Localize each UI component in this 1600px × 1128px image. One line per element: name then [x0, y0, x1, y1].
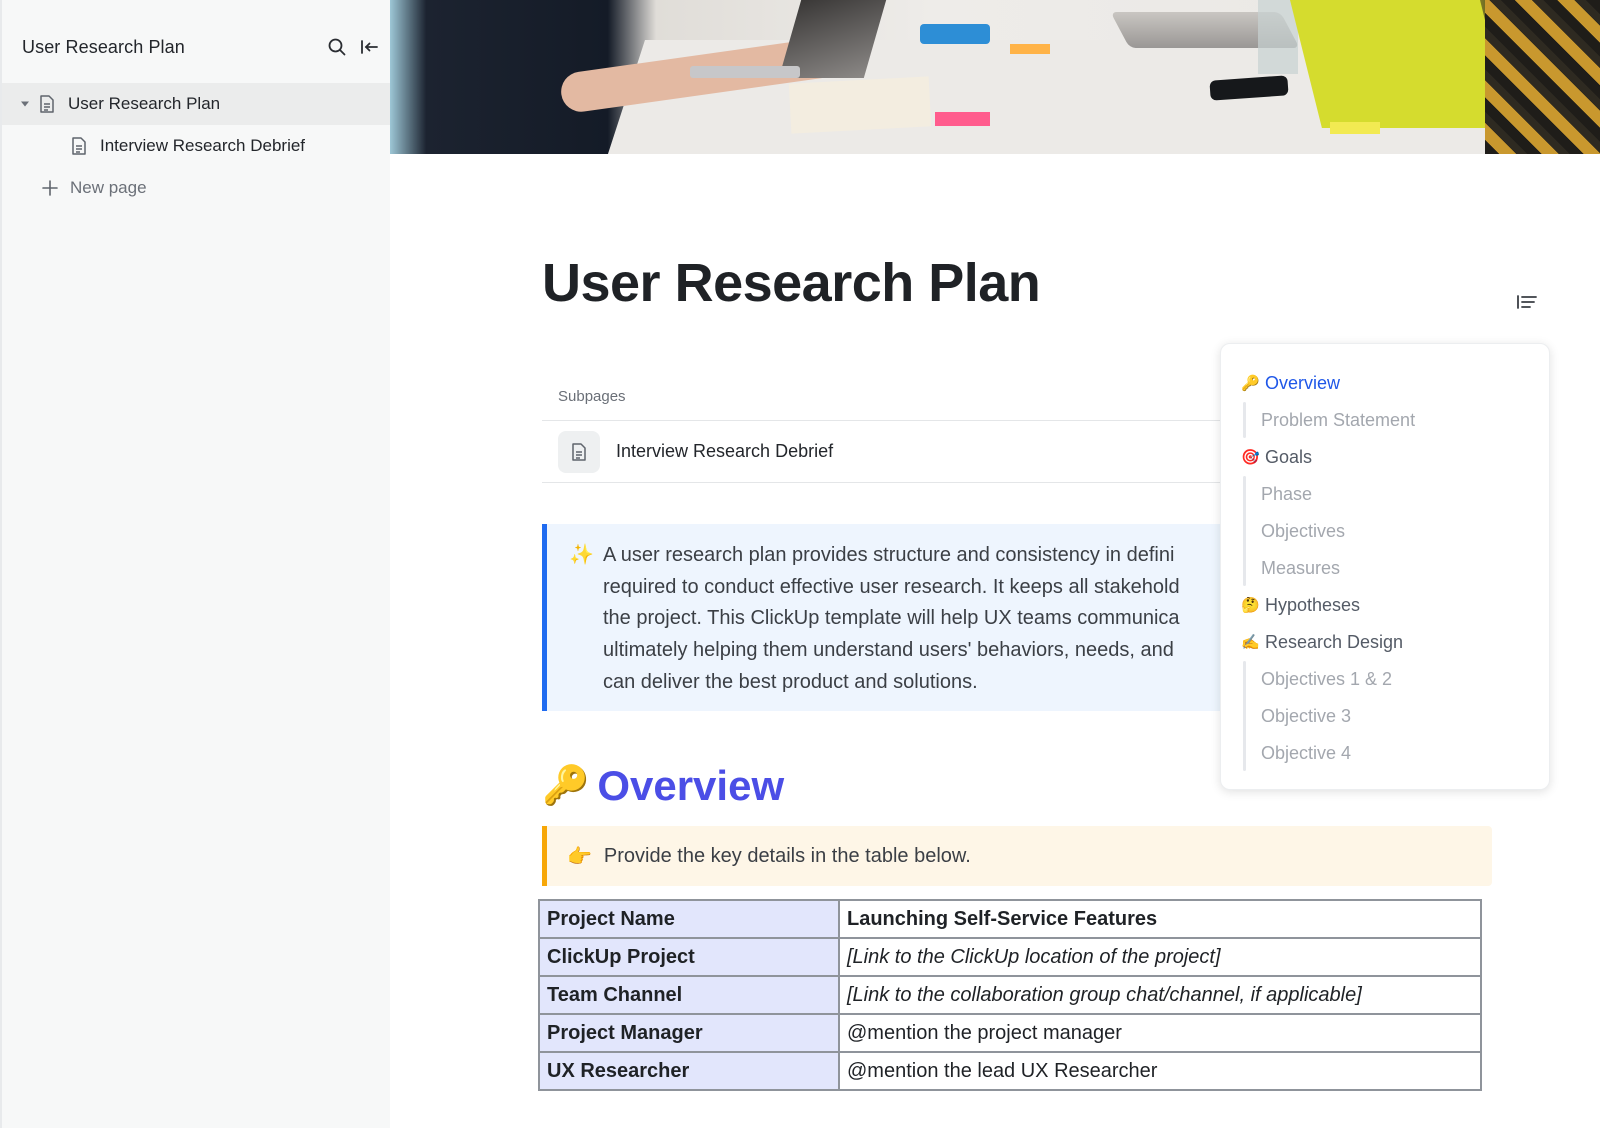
subpage-link-interview-research-debrief[interactable]: Interview Research Debrief — [542, 421, 1222, 483]
toc-item-research-design[interactable]: ✍️ Research Design — [1241, 627, 1403, 657]
target-icon: 🎯 — [1241, 449, 1260, 466]
thinking-face-icon: 🤔 — [1241, 597, 1260, 614]
toc-item-hypotheses[interactable]: 🤔 Hypotheses — [1241, 590, 1360, 620]
project-details-table: Project Name Launching Self-Service Feat… — [538, 899, 1482, 1091]
overview-callout: 👉 Provide the key details in the table b… — [542, 826, 1492, 886]
sidebar-item-label: Interview Research Debrief — [100, 136, 306, 155]
sidebar-item-user-research-plan[interactable]: User Research Plan — [2, 83, 392, 125]
cover-image — [390, 0, 1600, 154]
search-icon[interactable] — [324, 34, 350, 60]
intro-callout-text: A user research plan provides structure … — [603, 544, 1180, 693]
overview-callout-text: Provide the key details in the table bel… — [603, 844, 971, 867]
intro-callout: ✨ A user research plan provides structur… — [542, 524, 1222, 711]
toc-item-overview[interactable]: 🔑 Overview — [1241, 368, 1340, 398]
table-key[interactable]: UX Researcher — [538, 1051, 840, 1091]
subpages-label: Subpages — [558, 388, 626, 405]
table-row: Project Manager @mention the project man… — [538, 1013, 1482, 1053]
toc-item-goals[interactable]: 🎯 Goals — [1241, 442, 1312, 472]
key-icon: 🔑 — [542, 765, 590, 807]
overview-heading-label: Overview — [597, 762, 785, 809]
table-row: Project Name Launching Self-Service Feat… — [538, 899, 1482, 939]
toc-item-objectives-1-2[interactable]: Objectives 1 & 2 — [1261, 664, 1392, 694]
collapse-sidebar-icon[interactable] — [356, 34, 382, 60]
toc-item-measures[interactable]: Measures — [1261, 553, 1340, 583]
table-row: ClickUp Project [Link to the ClickUp loc… — [538, 937, 1482, 977]
toc-item-label: Objectives — [1261, 520, 1346, 541]
table-value[interactable]: @mention the project manager — [838, 1013, 1482, 1053]
toc-item-label: Goals — [1265, 446, 1313, 467]
page-title: User Research Plan — [542, 253, 1041, 313]
toc-item-label: Objective 3 — [1261, 705, 1352, 726]
toc-item-label: Objective 4 — [1261, 742, 1352, 763]
toc-rail — [1243, 402, 1246, 438]
new-page-button[interactable]: New page — [2, 167, 392, 209]
new-page-label: New page — [70, 178, 147, 197]
table-of-contents-popover: 🔑 Overview Problem Statement 🎯 Goals Pha… — [1220, 343, 1550, 790]
document-icon — [558, 430, 600, 473]
plus-icon — [40, 178, 60, 198]
table-row: Team Channel [Link to the collaboration … — [538, 975, 1482, 1015]
toc-item-label: Objectives 1 & 2 — [1261, 668, 1393, 689]
pointing-hand-icon: 👉 — [567, 845, 592, 868]
toc-rail — [1243, 476, 1246, 586]
toc-item-label: Problem Statement — [1261, 409, 1416, 430]
toc-item-phase[interactable]: Phase — [1261, 479, 1312, 509]
sidebar-header: User Research Plan — [22, 32, 382, 62]
document-icon — [70, 136, 88, 156]
toc-item-label: Overview — [1265, 372, 1341, 393]
sidebar-item-interview-research-debrief[interactable]: Interview Research Debrief — [2, 125, 392, 167]
sparkles-icon: ✨ — [569, 544, 594, 566]
toc-item-objective-3[interactable]: Objective 3 — [1261, 701, 1351, 731]
toc-item-label: Research Design — [1265, 631, 1404, 652]
toc-item-problem-statement[interactable]: Problem Statement — [1261, 405, 1415, 435]
document-icon — [38, 94, 56, 114]
table-key[interactable]: Project Manager — [538, 1013, 840, 1053]
toc-item-label: Phase — [1261, 483, 1313, 504]
toc-item-objectives[interactable]: Objectives — [1261, 516, 1345, 546]
table-value[interactable]: [Link to the collaboration group chat/ch… — [838, 975, 1482, 1015]
table-value[interactable]: @mention the lead UX Researcher — [838, 1051, 1482, 1091]
table-key[interactable]: Team Channel — [538, 975, 840, 1015]
table-value[interactable]: [Link to the ClickUp location of the pro… — [838, 937, 1482, 977]
subpage-label: Interview Research Debrief — [616, 441, 834, 461]
caret-down-icon[interactable] — [20, 100, 30, 108]
toc-item-objective-4[interactable]: Objective 4 — [1261, 738, 1351, 768]
toc-item-label: Measures — [1261, 557, 1341, 578]
toc-rail — [1243, 661, 1246, 771]
table-row: UX Researcher @mention the lead UX Resea… — [538, 1051, 1482, 1091]
sidebar: User Research Plan User Research Plan In… — [0, 0, 392, 1128]
sidebar-item-label: User Research Plan — [68, 94, 221, 113]
table-key[interactable]: Project Name — [538, 899, 840, 939]
writing-hand-icon: ✍️ — [1241, 634, 1260, 651]
table-value[interactable]: Launching Self-Service Features — [838, 899, 1482, 939]
table-key[interactable]: ClickUp Project — [538, 937, 840, 977]
sidebar-title: User Research Plan — [22, 36, 185, 57]
overview-heading: 🔑 Overview — [542, 762, 784, 810]
toc-item-label: Hypotheses — [1265, 594, 1361, 615]
key-icon: 🔑 — [1241, 375, 1260, 392]
table-of-contents-icon[interactable] — [1514, 290, 1540, 314]
